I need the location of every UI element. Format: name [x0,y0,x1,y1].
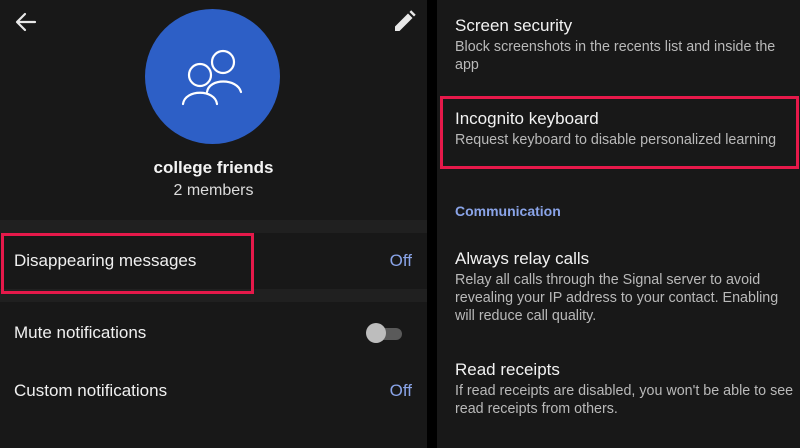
group-name: college friends [153,158,274,177]
always-relay-calls-setting[interactable]: Always relay calls Relay all calls throu… [455,249,795,325]
screen-security-setting[interactable]: Screen security Block screenshots in the… [455,16,795,74]
highlight-box [440,96,799,169]
screen-security-description: Block screenshots in the recents list an… [455,39,776,73]
mute-notifications-row[interactable]: Mute notifications [0,305,427,361]
edit-button[interactable] [391,9,417,35]
read-receipts-title: Read receipts [455,360,560,379]
read-receipts-description: If read receipts are disabled, you won't… [455,383,794,417]
group-settings-panel: college friends 2 members Disappearing m… [0,0,427,448]
group-people-icon [181,49,242,105]
mute-notifications-toggle[interactable] [366,323,402,343]
custom-notifications-row[interactable]: Custom notifications Off [0,363,427,419]
pencil-icon [395,10,416,31]
group-avatar[interactable] [145,9,280,144]
privacy-settings-panel: Screen security Block screenshots in the… [437,0,800,448]
disappearing-messages-value: Off [389,251,412,270]
screenshot-stage: college friends 2 members Disappearing m… [0,0,800,448]
custom-notifications-label: Custom notifications [14,381,168,400]
toggle-knob [366,323,386,343]
section-divider [0,220,427,233]
always-relay-calls-title: Always relay calls [455,249,590,268]
read-receipts-setting[interactable]: Read receipts If read receipts are disab… [455,360,795,418]
back-button[interactable] [13,9,39,35]
group-member-count: 2 members [173,182,254,199]
screen-security-title: Screen security [455,16,573,35]
arrow-left-icon [15,12,37,32]
mute-notifications-label: Mute notifications [14,323,147,342]
communication-section-header: Communication [455,203,561,219]
custom-notifications-value: Off [389,381,412,400]
highlight-box [1,233,254,294]
always-relay-calls-description: Relay all calls through the Signal serve… [455,272,779,324]
